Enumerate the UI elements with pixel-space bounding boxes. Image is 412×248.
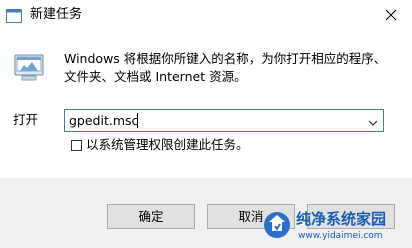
ok-button[interactable]: 确定 <box>107 204 195 229</box>
window-app-icon <box>6 8 22 23</box>
run-dialog-icon <box>14 52 44 82</box>
open-label: 打开 <box>13 112 39 127</box>
text-caret <box>137 113 138 128</box>
watermark-name: 纯净系统家园 <box>296 210 387 228</box>
chevron-down-icon <box>368 111 378 130</box>
admin-checkbox-label[interactable]: 以系统管理权限创建此任务。 <box>86 137 249 153</box>
site-watermark: 纯净系统家园 www.yidaimei.com <box>262 208 412 248</box>
create-task-dialog: 新建任务 Windows 将根据你所键入的名称，为你打开相应的程序、文件夹、文档… <box>0 0 412 248</box>
dropdown-button[interactable] <box>363 110 383 131</box>
command-combobox[interactable]: gpedit.msc <box>64 109 384 132</box>
close-icon <box>385 6 397 25</box>
window-title: 新建任务 <box>30 7 83 22</box>
command-input[interactable]: gpedit.msc <box>69 113 138 129</box>
close-button[interactable] <box>370 0 412 30</box>
title-bar: 新建任务 <box>0 0 412 32</box>
run-description: Windows 将根据你所键入的名称，为你打开相应的程序、文件夹、文档或 Int… <box>64 51 387 84</box>
watermark-url: www.yidaimei.com <box>298 231 383 241</box>
admin-checkbox[interactable] <box>71 140 82 151</box>
watermark-logo-icon <box>262 210 292 240</box>
